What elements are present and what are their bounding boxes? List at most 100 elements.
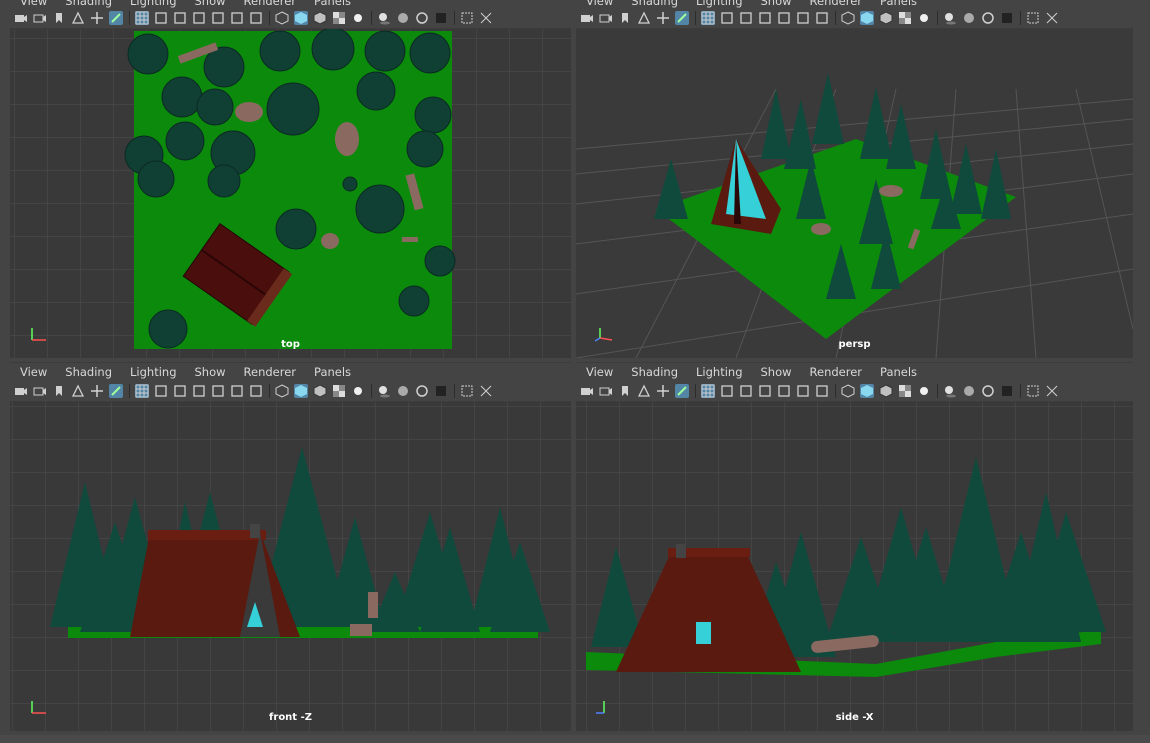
safe-action-icon[interactable] [796, 11, 810, 25]
viewport-side[interactable]: side -X [576, 402, 1133, 731]
viewport-persp[interactable]: persp [576, 29, 1133, 358]
shadows-icon[interactable] [943, 384, 957, 398]
menu-panels[interactable]: Panels [312, 0, 353, 8]
anti-aliasing-icon[interactable] [1000, 11, 1014, 25]
xray-icon[interactable] [479, 11, 493, 25]
menu-view[interactable]: View [18, 365, 49, 379]
menu-renderer[interactable]: Renderer [242, 0, 299, 8]
wireframe-on-shaded-icon[interactable] [313, 11, 327, 25]
gate-mask-icon[interactable] [192, 384, 206, 398]
menu-view[interactable]: View [584, 365, 615, 379]
ambient-occlusion-icon[interactable] [396, 11, 410, 25]
anti-aliasing-icon[interactable] [434, 384, 448, 398]
motion-blur-icon[interactable] [981, 11, 995, 25]
two-d-pan-icon[interactable] [90, 384, 104, 398]
menu-view[interactable]: View [18, 0, 49, 8]
smooth-shade-icon[interactable] [860, 11, 874, 25]
safe-action-icon[interactable] [230, 384, 244, 398]
textured-icon[interactable] [332, 11, 346, 25]
grease-pencil-icon[interactable] [675, 11, 689, 25]
camera-select-icon[interactable] [14, 384, 28, 398]
field-chart-icon[interactable] [211, 11, 225, 25]
isolate-select-icon[interactable] [1026, 384, 1040, 398]
menu-lighting[interactable]: Lighting [694, 365, 744, 379]
bookmark-icon[interactable] [618, 11, 632, 25]
use-all-lights-icon[interactable] [917, 11, 931, 25]
textured-icon[interactable] [332, 384, 346, 398]
bookmark-icon[interactable] [618, 384, 632, 398]
safe-action-icon[interactable] [230, 11, 244, 25]
isolate-select-icon[interactable] [460, 384, 474, 398]
menu-shading[interactable]: Shading [63, 365, 114, 379]
smooth-shade-icon[interactable] [294, 11, 308, 25]
camera-attributes-icon[interactable] [599, 11, 613, 25]
resolution-gate-icon[interactable] [173, 384, 187, 398]
grease-pencil-icon[interactable] [109, 11, 123, 25]
film-gate-icon[interactable] [154, 11, 168, 25]
camera-select-icon[interactable] [580, 11, 594, 25]
viewport-top[interactable]: top [10, 29, 571, 358]
bookmark-icon[interactable] [52, 11, 66, 25]
resolution-gate-icon[interactable] [739, 11, 753, 25]
gate-mask-icon[interactable] [758, 11, 772, 25]
menu-lighting[interactable]: Lighting [694, 0, 744, 8]
ambient-occlusion-icon[interactable] [962, 11, 976, 25]
menu-panels[interactable]: Panels [878, 365, 919, 379]
gate-mask-icon[interactable] [192, 11, 206, 25]
wireframe-icon[interactable] [841, 11, 855, 25]
textured-icon[interactable] [898, 11, 912, 25]
menu-show[interactable]: Show [759, 365, 794, 379]
menu-show[interactable]: Show [193, 0, 228, 8]
field-chart-icon[interactable] [211, 384, 225, 398]
ambient-occlusion-icon[interactable] [396, 384, 410, 398]
camera-attributes-icon[interactable] [33, 384, 47, 398]
two-d-pan-icon[interactable] [656, 11, 670, 25]
camera-attributes-icon[interactable] [33, 11, 47, 25]
grid-icon[interactable] [701, 11, 715, 25]
shadows-icon[interactable] [377, 384, 391, 398]
safe-title-icon[interactable] [815, 11, 829, 25]
safe-title-icon[interactable] [249, 384, 263, 398]
menu-shading[interactable]: Shading [629, 365, 680, 379]
isolate-select-icon[interactable] [460, 11, 474, 25]
safe-title-icon[interactable] [249, 11, 263, 25]
grid-icon[interactable] [135, 384, 149, 398]
wireframe-icon[interactable] [275, 11, 289, 25]
film-gate-icon[interactable] [154, 384, 168, 398]
image-plane-icon[interactable] [637, 384, 651, 398]
shadows-icon[interactable] [377, 11, 391, 25]
wireframe-icon[interactable] [275, 384, 289, 398]
menu-panels[interactable]: Panels [878, 0, 919, 8]
two-d-pan-icon[interactable] [90, 11, 104, 25]
safe-action-icon[interactable] [796, 384, 810, 398]
ambient-occlusion-icon[interactable] [962, 384, 976, 398]
menu-shading[interactable]: Shading [629, 0, 680, 8]
wireframe-on-shaded-icon[interactable] [313, 384, 327, 398]
use-all-lights-icon[interactable] [351, 384, 365, 398]
grease-pencil-icon[interactable] [109, 384, 123, 398]
use-all-lights-icon[interactable] [917, 384, 931, 398]
smooth-shade-icon[interactable] [860, 384, 874, 398]
film-gate-icon[interactable] [720, 384, 734, 398]
bookmark-icon[interactable] [52, 384, 66, 398]
camera-select-icon[interactable] [580, 384, 594, 398]
camera-select-icon[interactable] [14, 11, 28, 25]
image-plane-icon[interactable] [71, 11, 85, 25]
textured-icon[interactable] [898, 384, 912, 398]
viewport-front[interactable]: front -Z [10, 402, 571, 731]
camera-attributes-icon[interactable] [599, 384, 613, 398]
safe-title-icon[interactable] [815, 384, 829, 398]
menu-renderer[interactable]: Renderer [242, 365, 299, 379]
grease-pencil-icon[interactable] [675, 384, 689, 398]
xray-icon[interactable] [1045, 11, 1059, 25]
isolate-select-icon[interactable] [1026, 11, 1040, 25]
menu-show[interactable]: Show [193, 365, 228, 379]
shadows-icon[interactable] [943, 11, 957, 25]
smooth-shade-icon[interactable] [294, 384, 308, 398]
field-chart-icon[interactable] [777, 384, 791, 398]
gate-mask-icon[interactable] [758, 384, 772, 398]
wireframe-on-shaded-icon[interactable] [879, 11, 893, 25]
image-plane-icon[interactable] [71, 384, 85, 398]
wireframe-icon[interactable] [841, 384, 855, 398]
anti-aliasing-icon[interactable] [1000, 384, 1014, 398]
